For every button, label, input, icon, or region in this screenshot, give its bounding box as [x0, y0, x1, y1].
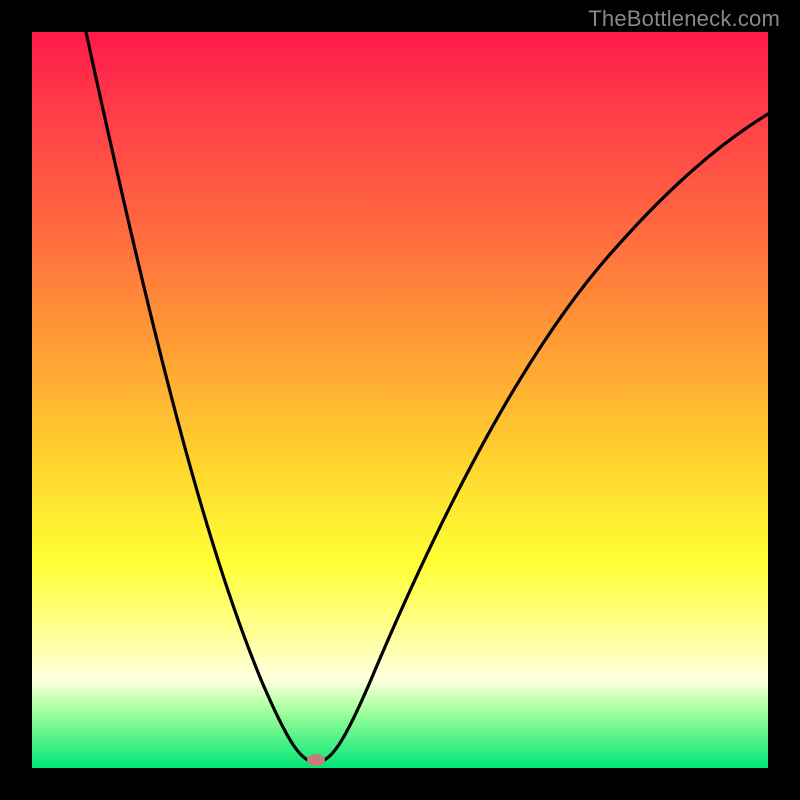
- watermark-text: TheBottleneck.com: [588, 6, 780, 32]
- chart-frame: TheBottleneck.com: [0, 0, 800, 800]
- bottleneck-curve: [86, 32, 768, 762]
- curve-svg: [32, 32, 768, 768]
- optimal-marker: [307, 754, 325, 766]
- plot-area: [32, 32, 768, 768]
